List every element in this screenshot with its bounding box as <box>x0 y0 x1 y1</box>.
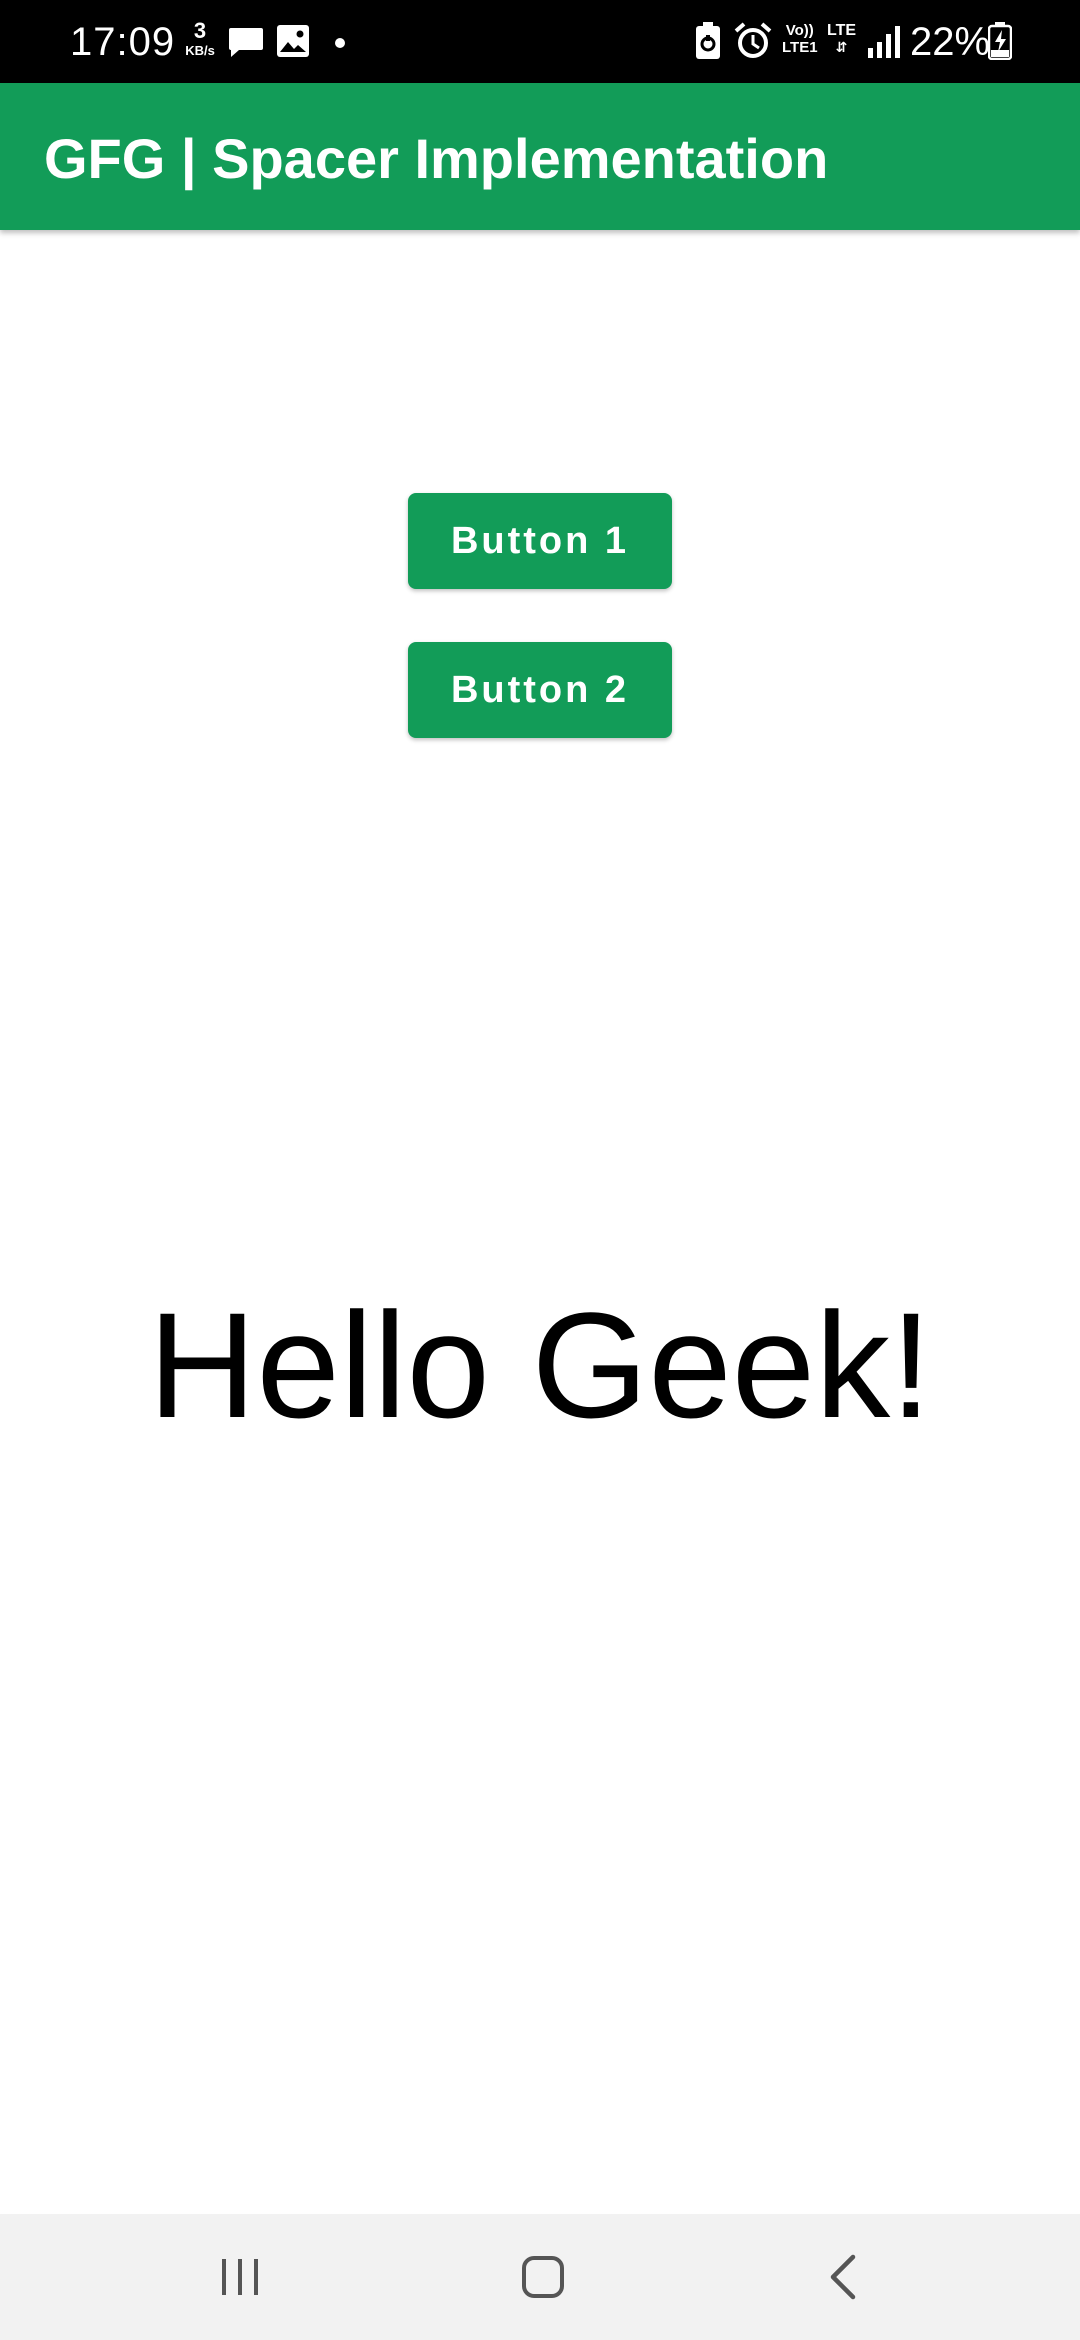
button-1[interactable]: Button 1 <box>408 493 672 589</box>
navigation-bar <box>0 2214 1080 2340</box>
volte-line2: LTE1 <box>782 39 818 56</box>
alarm-icon <box>734 22 772 65</box>
lte-data-icon: LTE ⇵ <box>827 22 856 56</box>
home-icon[interactable] <box>503 2237 583 2317</box>
charging-battery-icon <box>987 22 1013 65</box>
message-icon <box>228 24 264 65</box>
network-speed-unit: KB/s <box>185 43 215 58</box>
hello-text: Hello Geek! <box>148 1281 932 1449</box>
volte-icon: Vo)) LTE1 <box>782 22 818 56</box>
data-arrows-icon: ⇵ <box>835 39 848 55</box>
back-icon[interactable] <box>805 2237 885 2317</box>
volte-line1: Vo)) <box>785 22 814 39</box>
image-icon <box>276 24 310 63</box>
lte-label: LTE <box>827 22 857 39</box>
network-speed: 3 KB/s <box>180 18 220 58</box>
app-title: GFG | Spacer Implementation <box>44 127 829 190</box>
screen: 17:09 3 KB/s Vo)) LTE1 LTE ⇵ 22% GFG | S… <box>0 0 1080 2340</box>
dot-icon <box>334 36 346 54</box>
battery-saver-icon <box>694 22 722 65</box>
recents-icon[interactable] <box>200 2237 280 2317</box>
status-time: 17:09 <box>70 20 176 64</box>
battery-percent: 22% <box>910 20 991 64</box>
network-speed-value: 3 <box>193 18 207 43</box>
status-bar: 17:09 3 KB/s Vo)) LTE1 LTE ⇵ 22% <box>0 0 1080 83</box>
button-2[interactable]: Button 2 <box>408 642 672 738</box>
app-bar: GFG | Spacer Implementation <box>0 83 1080 230</box>
signal-icon <box>868 26 902 63</box>
